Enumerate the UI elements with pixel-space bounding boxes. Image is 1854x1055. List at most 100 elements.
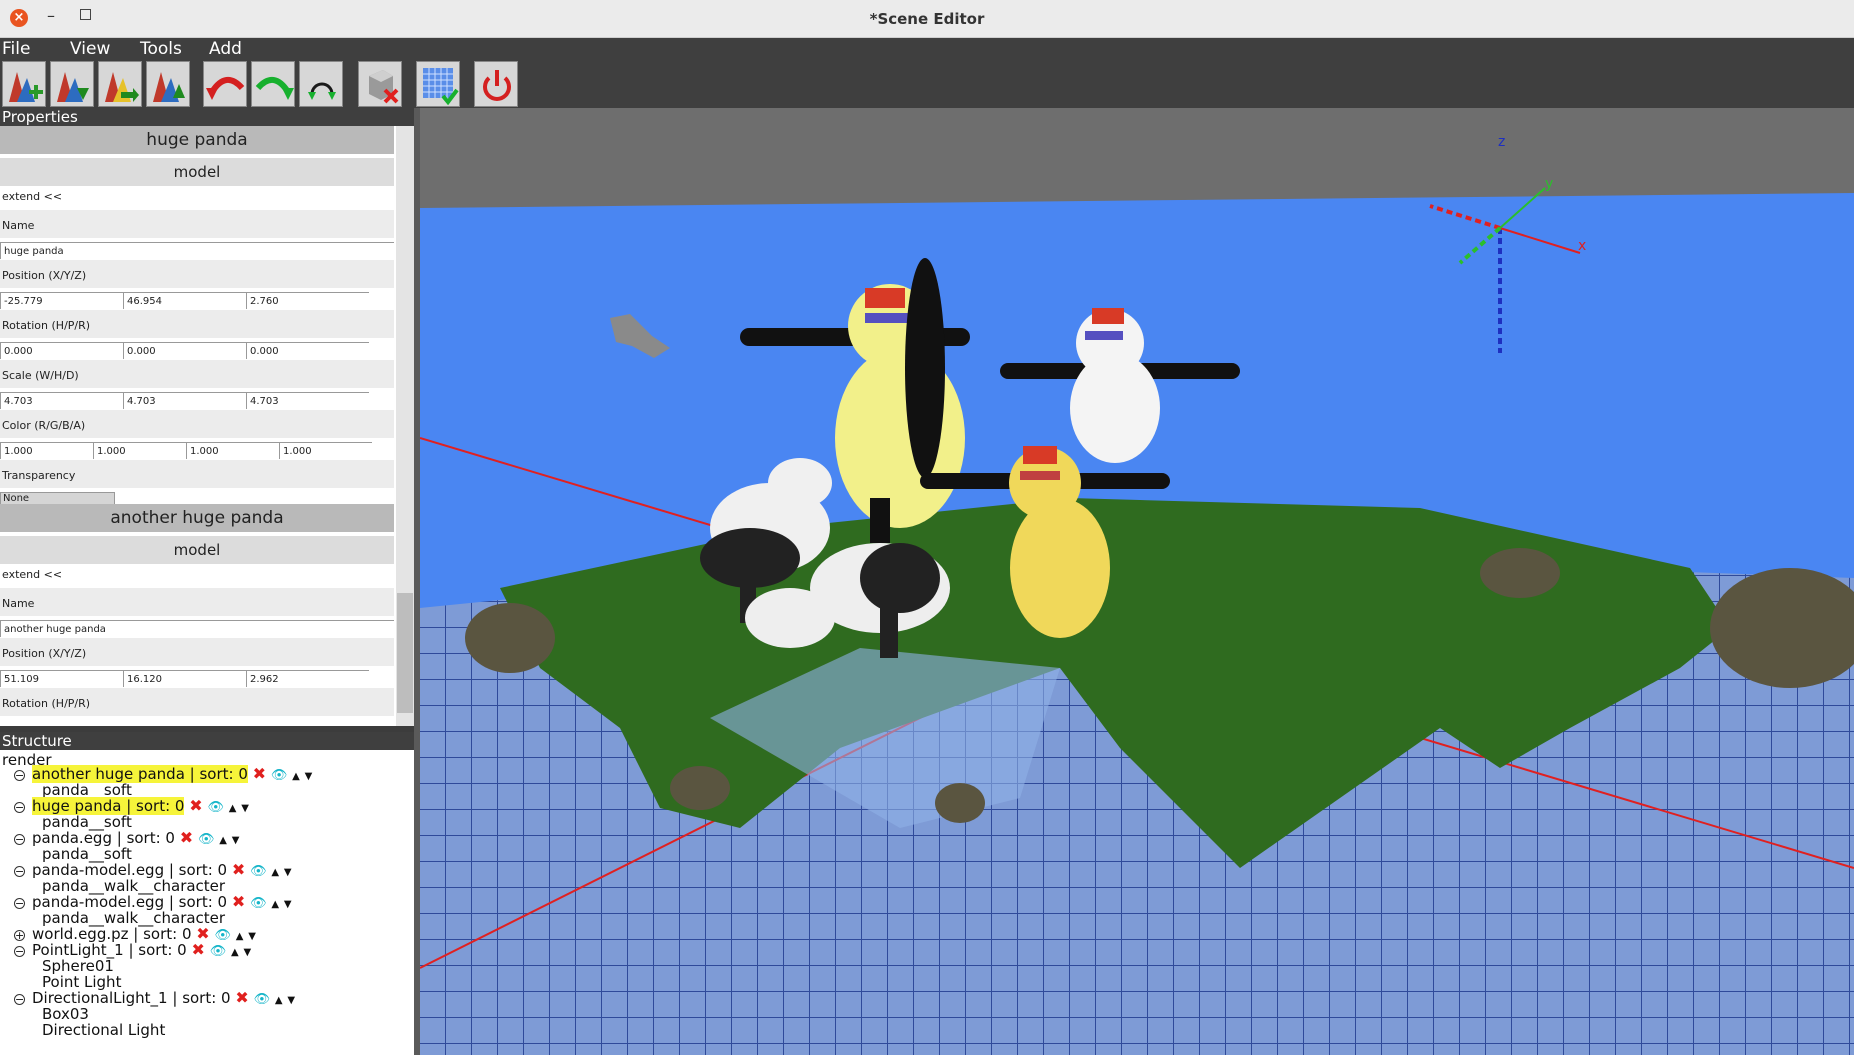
position-z-field[interactable]: 2.760 xyxy=(246,292,369,309)
rotation-label: Rotation (H/P/R) xyxy=(0,688,394,716)
eye-icon[interactable]: 👁 xyxy=(207,800,224,815)
eye-icon[interactable]: 👁 xyxy=(250,896,267,911)
delete-icon[interactable]: ✖ xyxy=(180,828,193,847)
scene-viewport[interactable]: z y x xyxy=(420,108,1854,1055)
name-field[interactable]: huge panda xyxy=(0,242,394,259)
title-bar: × – *Scene Editor xyxy=(0,0,1854,38)
move-down-icon[interactable]: ▼ xyxy=(232,835,240,846)
structure-tree: render − another huge panda | sort: 0 ✖ … xyxy=(0,750,414,1055)
scale-h-field[interactable]: 4.703 xyxy=(123,392,246,409)
object-title: huge panda xyxy=(0,126,394,154)
object-type: model xyxy=(0,536,394,564)
add-model-button[interactable] xyxy=(2,61,46,107)
move-up-icon[interactable]: ▲ xyxy=(275,995,283,1006)
menu-file[interactable]: File xyxy=(2,39,30,59)
collapse-toggle[interactable]: − xyxy=(14,994,25,1005)
delete-icon[interactable]: ✖ xyxy=(192,940,205,959)
delete-icon[interactable]: ✖ xyxy=(235,988,248,1007)
eye-icon[interactable]: 👁 xyxy=(210,944,227,959)
redo-button[interactable] xyxy=(251,61,295,107)
collapse-toggle[interactable]: − xyxy=(14,866,25,877)
move-up-icon[interactable]: ▲ xyxy=(292,771,300,782)
quit-button[interactable] xyxy=(474,61,518,107)
extend-toggle[interactable]: extend << xyxy=(2,190,62,203)
toggle-grid-button[interactable] xyxy=(416,61,460,107)
color-g-field[interactable]: 1.000 xyxy=(93,442,186,459)
scale-w-field[interactable]: 4.703 xyxy=(0,392,123,409)
color-b-field[interactable]: 1.000 xyxy=(186,442,279,459)
delete-icon[interactable]: ✖ xyxy=(232,860,245,879)
name-label: Name xyxy=(0,588,394,616)
eye-icon[interactable]: 👁 xyxy=(198,832,215,847)
move-down-icon[interactable]: ▼ xyxy=(243,947,251,958)
move-up-icon[interactable]: ▲ xyxy=(271,867,279,878)
x-axis-label: x xyxy=(1578,238,1586,254)
import-icon xyxy=(105,72,139,102)
z-axis-label: z xyxy=(1498,134,1505,150)
top-bar: File View Tools Add xyxy=(0,38,1854,114)
object-title: another huge panda xyxy=(0,504,394,532)
sky xyxy=(420,108,1854,208)
scale-d-field[interactable]: 4.703 xyxy=(246,392,369,409)
move-down-icon[interactable]: ▼ xyxy=(305,771,313,782)
move-up-icon[interactable]: ▲ xyxy=(229,803,237,814)
import-button[interactable] xyxy=(98,61,142,107)
move-up-icon[interactable]: ▲ xyxy=(231,947,239,958)
eye-icon[interactable]: 👁 xyxy=(250,864,267,879)
collapse-toggle[interactable]: − xyxy=(14,802,25,813)
delete-icon[interactable]: ✖ xyxy=(232,892,245,911)
rock xyxy=(935,783,985,823)
color-a-field[interactable]: 1.000 xyxy=(279,442,372,459)
scrollbar-thumb[interactable] xyxy=(397,593,413,713)
position-y-field[interactable]: 46.954 xyxy=(123,292,246,309)
undo-icon xyxy=(206,77,245,100)
properties-header: Properties xyxy=(0,108,416,126)
name-field[interactable]: another huge panda xyxy=(0,620,394,637)
rock xyxy=(1480,548,1560,598)
position-x-field[interactable]: 51.109 xyxy=(0,670,123,687)
menu-view[interactable]: View xyxy=(70,39,110,59)
load-model-button[interactable] xyxy=(50,61,94,107)
transparency-label: Transparency xyxy=(0,460,394,488)
collapse-toggle[interactable]: − xyxy=(14,770,25,781)
move-down-icon[interactable]: ▼ xyxy=(284,867,292,878)
export-button[interactable] xyxy=(146,61,190,107)
cycle-button[interactable] xyxy=(299,61,343,107)
move-up-icon[interactable]: ▲ xyxy=(219,835,227,846)
color-r-field[interactable]: 1.000 xyxy=(0,442,93,459)
position-y-field[interactable]: 16.120 xyxy=(123,670,246,687)
expand-toggle[interactable]: + xyxy=(14,930,25,941)
rotation-h-field[interactable]: 0.000 xyxy=(0,342,123,359)
menu-tools[interactable]: Tools xyxy=(140,39,182,59)
scene-render[interactable]: z y x xyxy=(420,108,1854,1055)
collapse-toggle[interactable]: − xyxy=(14,834,25,845)
move-up-icon[interactable]: ▲ xyxy=(271,899,279,910)
move-down-icon[interactable]: ▼ xyxy=(241,803,249,814)
rotation-p-field[interactable]: 0.000 xyxy=(123,342,246,359)
rotation-r-field[interactable]: 0.000 xyxy=(246,342,369,359)
redo-icon xyxy=(255,77,294,100)
export-icon xyxy=(153,72,185,102)
position-z-field[interactable]: 2.962 xyxy=(246,670,369,687)
eye-icon[interactable]: 👁 xyxy=(271,768,288,783)
eye-icon[interactable]: 👁 xyxy=(254,992,271,1007)
undo-button[interactable] xyxy=(203,61,247,107)
delete-icon[interactable]: ✖ xyxy=(253,764,266,783)
window-title: *Scene Editor xyxy=(869,10,985,28)
collapse-toggle[interactable]: − xyxy=(14,946,25,957)
move-down-icon[interactable]: ▼ xyxy=(284,899,292,910)
y-axis-label: y xyxy=(1545,176,1553,192)
tree-child[interactable]: Directional Light xyxy=(42,1021,165,1039)
delete-object-button[interactable] xyxy=(358,61,402,107)
collapse-toggle[interactable]: − xyxy=(14,898,25,909)
position-label: Position (X/Y/Z) xyxy=(0,638,394,666)
properties-scrollbar[interactable] xyxy=(396,126,414,726)
position-x-field[interactable]: -25.779 xyxy=(0,292,123,309)
move-down-icon[interactable]: ▼ xyxy=(287,995,295,1006)
delete-icon[interactable]: ✖ xyxy=(189,796,202,815)
properties-panel: huge panda model extend << Name huge pan… xyxy=(0,126,396,726)
extend-toggle[interactable]: extend << xyxy=(2,568,62,581)
rock xyxy=(465,603,555,673)
rock xyxy=(670,766,730,810)
menu-add[interactable]: Add xyxy=(209,39,242,59)
